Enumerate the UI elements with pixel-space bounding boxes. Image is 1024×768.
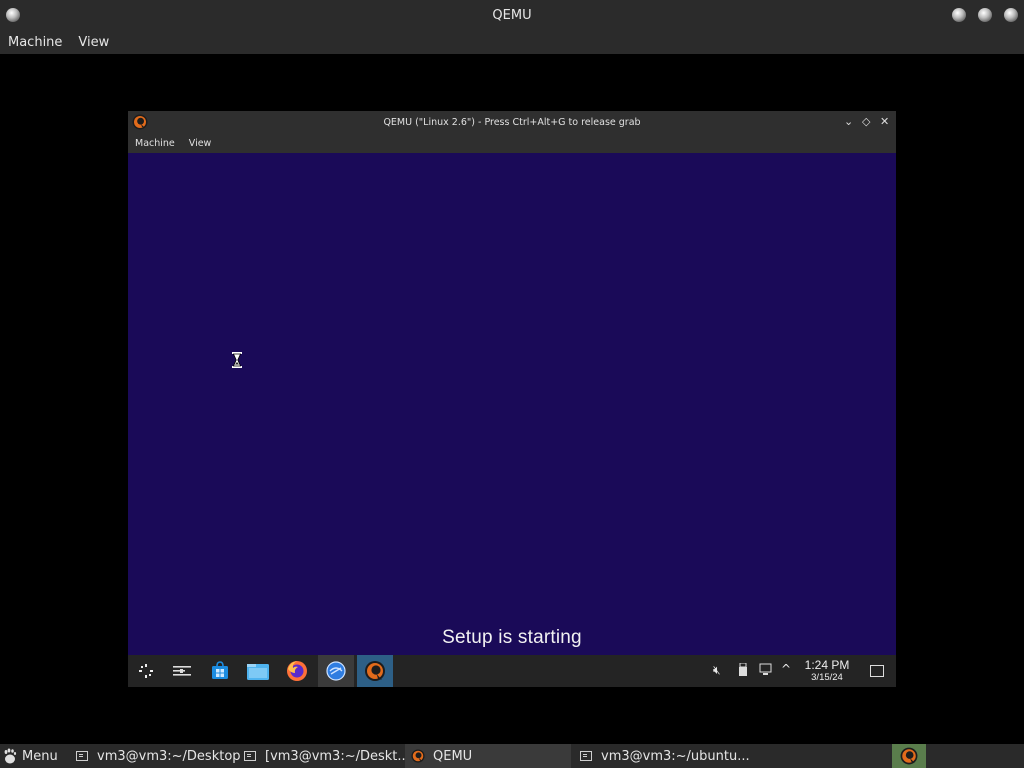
qemu-icon — [411, 749, 425, 763]
store-icon[interactable] — [202, 655, 238, 687]
host-task-terminal-desktop-2[interactable]: [vm3@vm3:~/Deskt... — [244, 744, 410, 768]
hourglass-icon — [232, 352, 242, 368]
maximize-icon[interactable]: ◇ — [862, 115, 870, 129]
minimize-icon[interactable]: ⌄ — [844, 115, 853, 129]
firefox-icon[interactable] — [279, 655, 315, 687]
guest-qemu-window: QEMU ("Linux 2.6") - Press Ctrl+Alt+G to… — [128, 111, 896, 687]
setup-status-text: Setup is starting — [442, 627, 582, 648]
guest-menu-machine[interactable]: Machine — [128, 138, 182, 149]
workspace-qemu-indicator[interactable] — [892, 744, 926, 768]
vm-display[interactable]: Setup is starting — [128, 153, 896, 655]
terminal-icon — [244, 751, 256, 761]
close-icon[interactable] — [1004, 8, 1018, 22]
clock[interactable]: 1:24 PM 3/15/24 — [796, 658, 858, 684]
notifications-icon[interactable] — [870, 665, 884, 677]
menu-machine[interactable]: Machine — [0, 35, 70, 50]
clock-date: 3/15/24 — [811, 672, 843, 683]
qemu-logo-icon[interactable] — [132, 114, 148, 130]
host-menu-label: Menu — [22, 748, 58, 764]
browser-icon[interactable] — [318, 655, 354, 687]
file-explorer-icon[interactable] — [240, 655, 276, 687]
terminal-icon — [580, 751, 592, 761]
start-icon[interactable] — [128, 655, 164, 687]
menu-view[interactable]: View — [70, 35, 117, 50]
host-task-terminal-ubuntu[interactable]: vm3@vm3:~/ubuntu... — [580, 744, 750, 768]
qemu-icon[interactable] — [357, 655, 393, 687]
qemu-icon — [900, 747, 918, 765]
task-label: [vm3@vm3:~/Deskt... — [265, 748, 410, 764]
network-icon[interactable] — [759, 663, 773, 679]
guest-taskbar: 🔇︎ ^ 1:24 PM 3/15/24 — [128, 655, 896, 687]
host-task-terminal-desktop[interactable]: vm3@vm3:~/Desktop — [76, 744, 241, 768]
gnome-foot-icon — [4, 748, 17, 764]
task-view-icon[interactable] — [164, 655, 200, 687]
guest-menubar: Machine View — [128, 133, 896, 153]
minimize-icon[interactable] — [952, 8, 966, 22]
task-label: vm3@vm3:~/Desktop — [97, 748, 241, 764]
task-label: QEMU — [433, 748, 473, 764]
clock-time: 1:24 PM — [804, 658, 850, 672]
task-label: vm3@vm3:~/ubuntu... — [601, 748, 750, 764]
outer-titlebar: QEMU — [0, 0, 1024, 30]
maximize-icon[interactable] — [978, 8, 992, 22]
usb-icon[interactable] — [738, 662, 748, 680]
guest-titlebar: QEMU ("Linux 2.6") - Press Ctrl+Alt+G to… — [128, 111, 896, 133]
outer-window-title: QEMU — [492, 7, 532, 23]
guest-menu-view[interactable]: View — [182, 138, 219, 149]
close-icon[interactable]: ✕ — [880, 115, 889, 129]
guest-window-title: QEMU ("Linux 2.6") - Press Ctrl+Alt+G to… — [383, 116, 641, 128]
host-menu-button[interactable]: Menu — [3, 744, 58, 768]
volume-muted-icon[interactable]: 🔇︎ — [713, 663, 721, 678]
window-menu-icon[interactable] — [6, 8, 20, 22]
show-hidden-icons-chevron[interactable]: ^ — [781, 662, 791, 676]
terminal-icon — [76, 751, 88, 761]
outer-menubar: Machine View — [0, 30, 1024, 54]
host-task-qemu[interactable]: QEMU — [405, 744, 571, 768]
host-panel: Menu vm3@vm3:~/Desktop [vm3@vm3:~/Deskt.… — [0, 744, 1024, 768]
